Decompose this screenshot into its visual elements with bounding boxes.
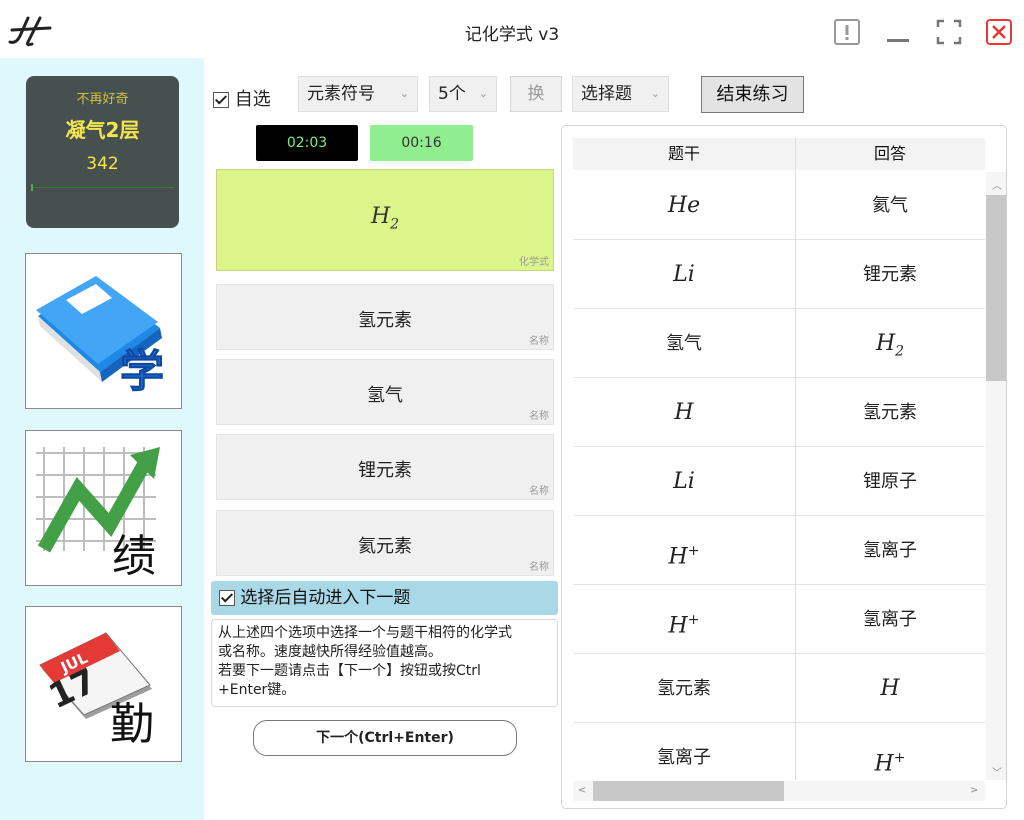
- answer-option[interactable]: 氦元素 名称: [216, 510, 554, 576]
- level-name: 凝气2层: [65, 118, 140, 142]
- minimize-icon[interactable]: [885, 18, 913, 46]
- scroll-up-icon[interactable]: ︿: [992, 177, 1002, 192]
- option-text: 氢气: [367, 385, 403, 406]
- question-stem: H2 化学式: [216, 169, 554, 271]
- vertical-scroll-thumb[interactable]: [986, 195, 1006, 381]
- scroll-down-icon[interactable]: ﹀: [992, 764, 1002, 779]
- cell-answer: 氦气: [872, 195, 908, 216]
- instructions-line: 若要下一题请点击【下一个】按钮或按Ctrl: [218, 663, 481, 679]
- instructions-line: +Enter键。: [218, 682, 296, 698]
- answer-option[interactable]: 氢元素 名称: [216, 284, 554, 350]
- sidebar-item-grades-label: 绩: [112, 531, 156, 582]
- sidebar-item-study-label: 学: [120, 346, 164, 397]
- option-tag: 名称: [529, 336, 549, 347]
- sidebar-item-attendance-label: 勤: [110, 699, 154, 750]
- column-divider: [795, 138, 796, 780]
- level-card: 不再好奇 凝气2层 342: [26, 76, 179, 228]
- close-icon[interactable]: [985, 18, 1013, 46]
- option-text: 氢元素: [358, 310, 412, 331]
- cell-answer: 锂元素: [863, 264, 917, 285]
- cell-answer: H2: [875, 331, 905, 360]
- alert-icon[interactable]: [833, 18, 861, 46]
- mode-dropdown-value: 元素符号: [307, 84, 375, 104]
- app-window: 记化学式 v3 不再好奇 凝气2层 342 学 绩 JUL 17 勤 自选 元素…: [0, 0, 1024, 820]
- column-header-stem[interactable]: 题干: [573, 138, 795, 170]
- cell-stem: 氢元素: [657, 678, 711, 699]
- option-tag: 名称: [529, 562, 549, 573]
- cell-answer: 锂原子: [863, 471, 917, 492]
- count-dropdown-value: 5个: [438, 84, 466, 104]
- table-row[interactable]: H+ 氢离子: [573, 586, 985, 654]
- checkbox-checked-icon: [213, 92, 229, 108]
- end-practice-button[interactable]: 结束练习: [701, 76, 804, 113]
- sidebar-item-attendance[interactable]: JUL 17 勤: [25, 606, 182, 762]
- table-row[interactable]: 氢离子 H+: [573, 724, 985, 781]
- cell-stem: Li: [673, 469, 695, 494]
- column-header-answer[interactable]: 回答: [795, 138, 985, 170]
- cell-stem: H: [674, 400, 694, 425]
- question-type-value: 选择题: [581, 84, 632, 104]
- window-title: 记化学式 v3: [464, 25, 560, 45]
- instructions-line: 或名称。速度越快所得经验值越高。: [218, 644, 442, 660]
- table-row[interactable]: Li 锂元素: [573, 241, 985, 309]
- self-select-checkbox[interactable]: 自选: [213, 85, 271, 111]
- level-subtitle: 不再好奇: [76, 92, 129, 107]
- question-tag: 化学式: [519, 257, 549, 268]
- calendar-icon: JUL 17 勤: [39, 632, 154, 750]
- chevron-down-icon: ⌄: [399, 87, 409, 100]
- checkbox-checked-icon: [219, 590, 235, 606]
- cell-stem: Li: [673, 262, 695, 287]
- instructions-text: 从上述四个选项中选择一个与题干相符的化学式 或名称。速度越快所得经验值越高。 若…: [211, 619, 558, 707]
- answer-option[interactable]: 氢气 名称: [216, 359, 554, 425]
- option-text: 氦元素: [358, 536, 412, 557]
- scroll-right-icon[interactable]: >: [970, 785, 978, 796]
- table-row[interactable]: He 氦气: [573, 172, 985, 240]
- fullscreen-icon[interactable]: [935, 18, 963, 46]
- table-row[interactable]: 氢元素 H: [573, 655, 985, 723]
- cell-answer: H: [880, 676, 900, 701]
- experience-score: 342: [86, 154, 119, 174]
- cell-stem: 氢气: [666, 333, 702, 354]
- cell-stem: H+: [668, 612, 700, 639]
- question-formula: H2: [370, 204, 400, 233]
- table-row[interactable]: H 氢元素: [573, 379, 985, 447]
- auto-next-label: 选择后自动进入下一题: [240, 588, 411, 608]
- mode-dropdown[interactable]: 元素符号 ⌄: [298, 76, 418, 112]
- total-timer: 02:03: [256, 125, 358, 161]
- self-select-label: 自选: [234, 89, 271, 110]
- title-bar: 记化学式 v3: [0, 0, 1024, 58]
- option-text: 锂元素: [358, 460, 412, 481]
- scroll-left-icon[interactable]: <: [578, 785, 586, 796]
- sidebar-item-study[interactable]: 学: [25, 253, 182, 409]
- cell-stem: He: [667, 193, 701, 218]
- next-button[interactable]: 下一个(Ctrl+Enter): [253, 720, 517, 756]
- instructions-line: 从上述四个选项中选择一个与题干相符的化学式: [218, 625, 512, 641]
- table-row[interactable]: H+ 氢离子: [573, 517, 985, 585]
- table-row[interactable]: 氢气 H2: [573, 310, 985, 378]
- count-dropdown[interactable]: 5个 ⌄: [429, 76, 497, 112]
- experience-progress-bar: [31, 184, 174, 191]
- question-type-dropdown[interactable]: 选择题 ⌄: [572, 76, 669, 112]
- auto-next-checkbox[interactable]: 选择后自动进入下一题: [211, 581, 558, 615]
- option-tag: 名称: [529, 486, 549, 497]
- horizontal-scroll-thumb[interactable]: [593, 781, 784, 801]
- book-icon: 学: [36, 276, 165, 398]
- option-tag: 名称: [529, 411, 549, 422]
- cell-answer: 氢离子: [863, 609, 917, 630]
- cell-answer: 氢元素: [863, 402, 917, 423]
- table-row[interactable]: Li 锂原子: [573, 448, 985, 516]
- answer-option[interactable]: 锂元素 名称: [216, 434, 554, 500]
- cell-answer: 氢离子: [863, 540, 917, 561]
- question-timer: 00:16: [370, 125, 473, 161]
- sidebar-item-grades[interactable]: 绩: [25, 430, 182, 586]
- chevron-down-icon: ⌄: [478, 87, 488, 100]
- history-table-header: 题干 回答: [573, 138, 985, 170]
- swap-button[interactable]: 换: [510, 76, 562, 112]
- chart-icon: 绩: [36, 447, 160, 582]
- cell-stem: H+: [668, 543, 700, 570]
- chevron-down-icon: ⌄: [650, 87, 660, 100]
